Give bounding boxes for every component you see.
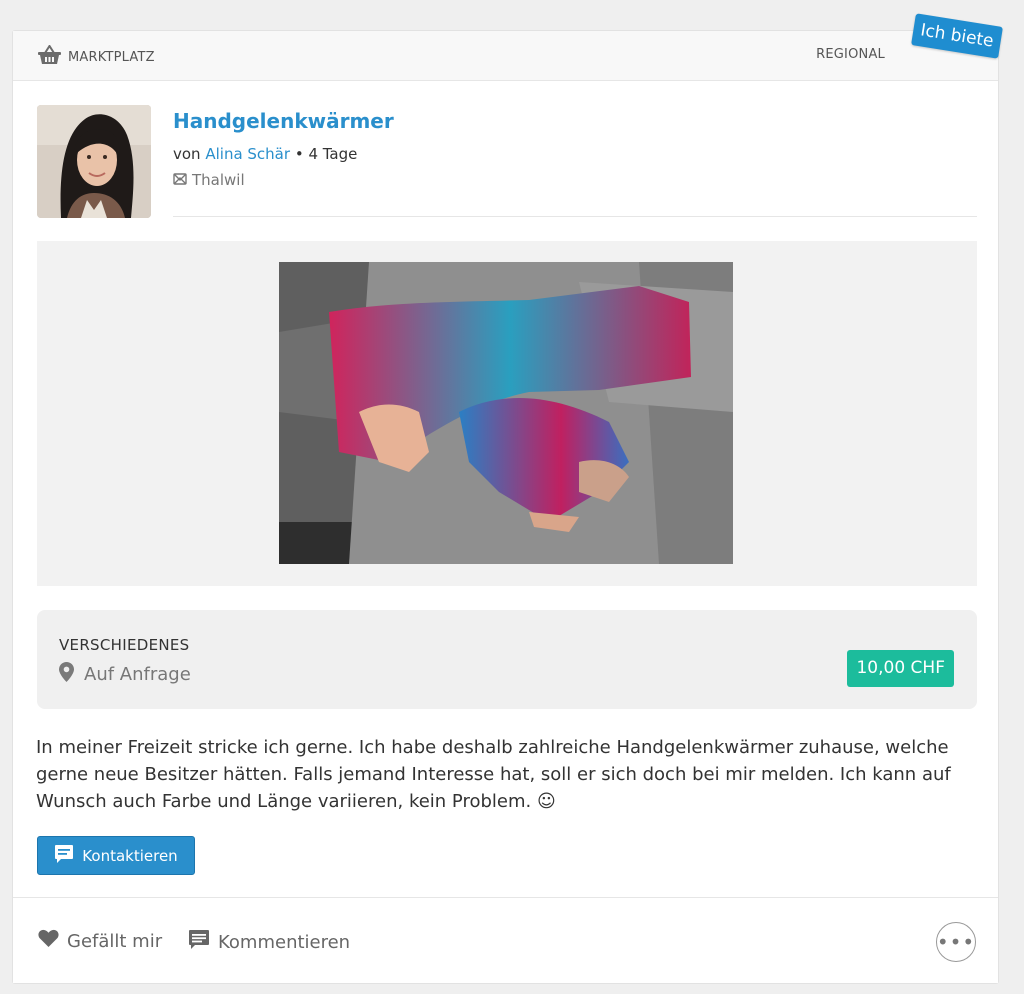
- comment-label: Kommentieren: [218, 931, 351, 953]
- post-age: • 4 Tage: [294, 145, 358, 163]
- post-byline: von Alina Schär • 4 Tage: [173, 145, 357, 163]
- listing-info: VERSCHIEDENES Auf Anfrage 10,00 CHF: [37, 610, 977, 709]
- price-badge: 10,00 CHF: [847, 650, 954, 687]
- comment-button[interactable]: Kommentieren: [188, 929, 350, 955]
- chat-bubble-icon: [54, 844, 74, 868]
- contact-button[interactable]: Kontaktieren: [37, 836, 195, 875]
- header-divider: [173, 216, 977, 217]
- region-label: REGIONAL: [816, 47, 885, 62]
- more-icon: •••: [936, 930, 976, 954]
- marketplace-card: MARKTPLATZ REGIONAL Ich biete Handgelenk…: [12, 13, 1003, 984]
- more-button[interactable]: •••: [936, 922, 976, 962]
- availability-label: Auf Anfrage: [84, 664, 191, 685]
- location-icon: [173, 171, 187, 189]
- post-description: In meiner Freizeit stricke ich gerne. Ic…: [36, 737, 951, 812]
- product-photo[interactable]: [279, 262, 733, 564]
- comment-icon: [188, 929, 210, 955]
- photo-area: [37, 241, 977, 586]
- post-title[interactable]: Handgelenkwärmer: [173, 109, 394, 133]
- map-pin-icon: [59, 662, 74, 687]
- author-link[interactable]: Alina Schär: [205, 145, 290, 163]
- basket-icon: [37, 44, 62, 69]
- category-header[interactable]: MARKTPLATZ: [37, 44, 155, 69]
- contact-button-label: Kontaktieren: [82, 846, 178, 865]
- card-header: MARKTPLATZ REGIONAL: [13, 31, 998, 81]
- like-label: Gefällt mir: [67, 930, 163, 952]
- like-button[interactable]: Gefällt mir: [38, 929, 162, 953]
- avatar[interactable]: [37, 105, 151, 218]
- card-footer: Gefällt mir Kommentieren •••: [13, 897, 998, 983]
- listing-category: VERSCHIEDENES: [59, 636, 190, 654]
- heart-icon: [38, 929, 59, 953]
- location-label: Thalwil: [192, 171, 245, 189]
- by-prefix: von: [173, 145, 201, 163]
- category-header-label: MARKTPLATZ: [68, 49, 155, 65]
- listing-availability: Auf Anfrage: [59, 662, 191, 687]
- post-location: Thalwil: [173, 171, 245, 189]
